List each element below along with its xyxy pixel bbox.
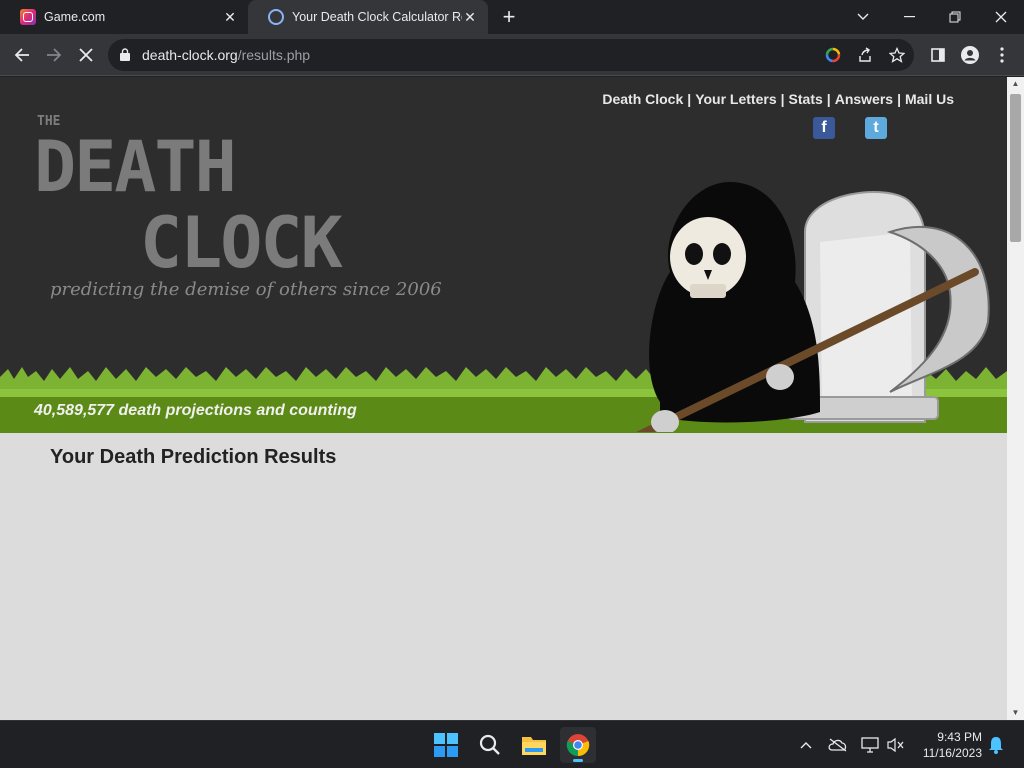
close-icon[interactable]: ✕ (462, 9, 478, 25)
nav-link-mail-us[interactable]: Mail Us (905, 91, 954, 107)
scroll-down-icon[interactable]: ▼ (1007, 706, 1024, 720)
share-icon[interactable] (854, 44, 876, 66)
nav-link-stats[interactable]: Stats (789, 91, 823, 107)
nav-separator: | (687, 91, 692, 107)
profile-icon[interactable] (956, 41, 984, 69)
address-bar[interactable]: death-clock.org/results.php (108, 39, 914, 71)
back-button[interactable] (8, 41, 36, 69)
nav-separator: | (826, 91, 831, 107)
logo-tagline: predicting the demise of others since 20… (50, 279, 442, 300)
scroll-up-icon[interactable]: ▲ (1007, 77, 1024, 91)
chevron-up-icon[interactable] (796, 735, 816, 755)
url-text: death-clock.org/results.php (142, 47, 311, 63)
clock-time: 9:43 PM (937, 730, 982, 744)
nav-separator: | (897, 91, 901, 107)
instagram-icon (20, 9, 36, 25)
top-navigation: Death Clock | Your Letters | Stats | Ans… (602, 91, 954, 107)
notification-bell-icon[interactable] (986, 735, 1006, 755)
active-app-indicator (573, 759, 583, 762)
google-icon[interactable] (822, 44, 844, 66)
nav-link-answers[interactable]: Answers (835, 91, 893, 107)
tab-death-clock[interactable]: Your Death Clock Calculator Resu ✕ (248, 0, 488, 34)
grim-reaper-illustration (636, 182, 990, 432)
browser-toolbar: death-clock.org/results.php (0, 34, 1024, 76)
network-icon[interactable] (860, 735, 880, 755)
close-icon[interactable]: ✕ (222, 9, 238, 25)
menu-kebab-icon[interactable] (988, 41, 1016, 69)
twitter-icon[interactable]: t (865, 117, 887, 139)
lock-icon (120, 48, 130, 61)
new-tab-button[interactable]: + (497, 6, 521, 28)
page-title: Your Death Prediction Results (50, 446, 337, 468)
stop-loading-button[interactable] (72, 41, 100, 69)
projection-counter: 40,589,577 death projections and countin… (34, 402, 357, 419)
file-explorer-icon[interactable] (516, 727, 552, 763)
scrollbar-thumb[interactable] (1010, 94, 1021, 242)
chrome-icon[interactable] (560, 727, 596, 763)
nav-link-your-letters[interactable]: Your Letters (695, 91, 776, 107)
onedrive-icon[interactable] (828, 735, 848, 755)
chevron-down-icon[interactable] (840, 0, 886, 34)
site-header: Death Clock | Your Letters | Stats | Ans… (0, 77, 1007, 433)
close-window-button[interactable] (978, 0, 1024, 34)
restore-button[interactable] (932, 0, 978, 34)
search-icon[interactable] (472, 727, 508, 763)
page-scrollbar[interactable]: ▲ ▼ (1007, 77, 1024, 720)
nav-link-death-clock[interactable]: Death Clock (602, 91, 683, 107)
windows-taskbar: 9:43 PM 11/16/2023 (0, 720, 1024, 768)
minimize-button[interactable] (886, 0, 932, 34)
clock-date: 11/16/2023 (922, 746, 982, 760)
side-panel-icon[interactable] (924, 41, 952, 69)
windows-start-icon[interactable] (428, 727, 464, 763)
bookmark-star-icon[interactable] (886, 44, 908, 66)
forward-button[interactable] (40, 41, 68, 69)
nav-separator: | (780, 91, 785, 107)
tab-strip: Game.com ✕ Your Death Clock Calculator R… (0, 0, 1024, 34)
tab-game[interactable]: Game.com ✕ (0, 0, 248, 34)
logo-death: DEATH (34, 126, 237, 208)
page-viewport: Death Clock | Your Letters | Stats | Ans… (0, 77, 1007, 720)
system-clock[interactable]: 9:43 PM 11/16/2023 (912, 729, 982, 761)
logo-clock: CLOCK (140, 202, 343, 284)
tab-title: Your Death Clock Calculator Resu (292, 10, 462, 24)
site-favicon-icon (268, 9, 284, 25)
volume-muted-icon[interactable] (886, 735, 906, 755)
facebook-icon[interactable]: f (813, 117, 835, 139)
tab-title: Game.com (44, 10, 106, 24)
